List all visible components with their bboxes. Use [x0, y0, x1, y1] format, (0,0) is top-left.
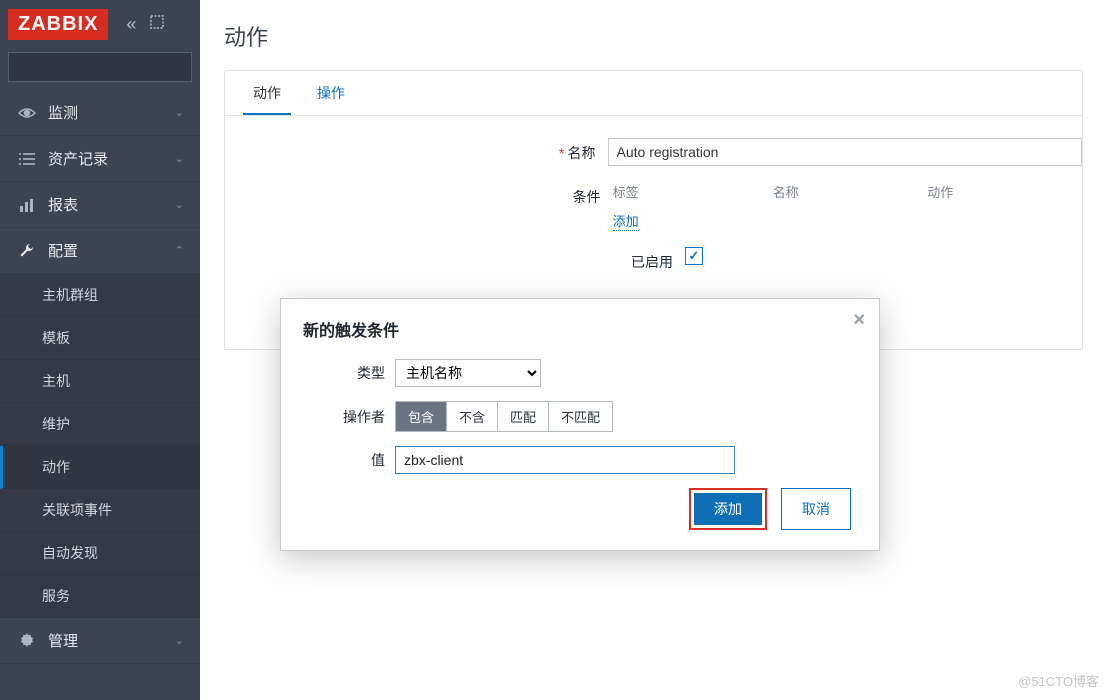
sidebar-item-templates[interactable]: 模板 — [0, 317, 200, 360]
wrench-icon — [16, 243, 38, 259]
operator-not-match[interactable]: 不匹配 — [549, 402, 612, 431]
chevron-down-icon: ⌄ — [175, 106, 184, 119]
nav-label: 管理 — [48, 630, 175, 651]
sidebar-item-configuration[interactable]: 配置 ⌃ — [0, 228, 200, 274]
label-enabled: 已启用 — [225, 247, 685, 272]
conditions-header: 标签 名称 动作 — [613, 182, 1082, 201]
type-select[interactable]: 主机名称 — [395, 359, 541, 387]
fullscreen-icon[interactable] — [150, 15, 164, 32]
sidebar-item-discovery[interactable]: 自动发现 — [0, 532, 200, 575]
page-title: 动作 — [200, 0, 1111, 62]
sidebar-item-reports[interactable]: 报表 ⌄ — [0, 182, 200, 228]
nav-label: 报表 — [48, 194, 175, 215]
label-type: 类型 — [303, 363, 395, 383]
label-value: 值 — [303, 450, 395, 470]
chevron-down-icon: ⌄ — [175, 634, 184, 647]
sidebar-item-administration[interactable]: 管理 ⌄ — [0, 618, 200, 664]
sidebar-item-maintenance[interactable]: 维护 — [0, 403, 200, 446]
operator-not-contains[interactable]: 不含 — [447, 402, 498, 431]
sidebar-item-inventory[interactable]: 资产记录 ⌄ — [0, 136, 200, 182]
sidebar-item-actions[interactable]: 动作 — [0, 446, 200, 489]
chevron-up-icon: ⌃ — [175, 244, 184, 257]
gear-icon — [16, 633, 38, 649]
chevron-down-icon: ⌄ — [175, 152, 184, 165]
modal-title: 新的触发条件 — [303, 317, 857, 341]
name-input[interactable] — [608, 138, 1083, 166]
modal-cancel-button[interactable]: 取消 — [781, 488, 851, 530]
modal-close-icon[interactable]: × — [853, 309, 865, 332]
tab-operations[interactable]: 操作 — [307, 71, 355, 115]
sidebar-item-correlation[interactable]: 关联项事件 — [0, 489, 200, 532]
sidebar-item-hosts[interactable]: 主机 — [0, 360, 200, 403]
operator-segment: 包含 不含 匹配 不匹配 — [395, 401, 613, 432]
operator-match[interactable]: 匹配 — [498, 402, 549, 431]
label-conditions: 条件 — [225, 182, 613, 207]
list-icon — [16, 153, 38, 165]
modal-add-button[interactable]: 添加 — [694, 493, 762, 525]
search-input[interactable] — [9, 60, 201, 75]
label-operator: 操作者 — [303, 407, 395, 427]
add-condition-link[interactable]: 添加 — [613, 211, 639, 231]
search-box[interactable] — [8, 52, 192, 82]
nav-label: 资产记录 — [48, 148, 175, 169]
sidebar-item-services[interactable]: 服务 — [0, 575, 200, 618]
eye-icon — [16, 107, 38, 119]
label-name: *名称 — [225, 138, 608, 163]
logo[interactable]: ZABBIX — [8, 9, 108, 40]
value-input[interactable] — [395, 446, 735, 474]
tabs: 动作 操作 — [225, 71, 1082, 116]
enabled-checkbox[interactable]: ✓ — [685, 247, 703, 265]
collapse-icon[interactable]: « — [126, 14, 136, 35]
sidebar-item-hostgroups[interactable]: 主机群组 — [0, 274, 200, 317]
sidebar-item-monitoring[interactable]: 监测 ⌄ — [0, 90, 200, 136]
chevron-down-icon: ⌄ — [175, 198, 184, 211]
watermark: @51CTO博客 — [1018, 671, 1099, 690]
bar-chart-icon — [16, 198, 38, 212]
operator-contains[interactable]: 包含 — [396, 402, 447, 431]
new-condition-modal: × 新的触发条件 类型 主机名称 操作者 包含 不含 匹配 不匹配 值 添加 取… — [280, 298, 880, 551]
nav-label: 监测 — [48, 102, 175, 123]
tab-action[interactable]: 动作 — [243, 71, 291, 115]
nav-label: 配置 — [48, 240, 175, 261]
add-highlight: 添加 — [689, 488, 767, 530]
